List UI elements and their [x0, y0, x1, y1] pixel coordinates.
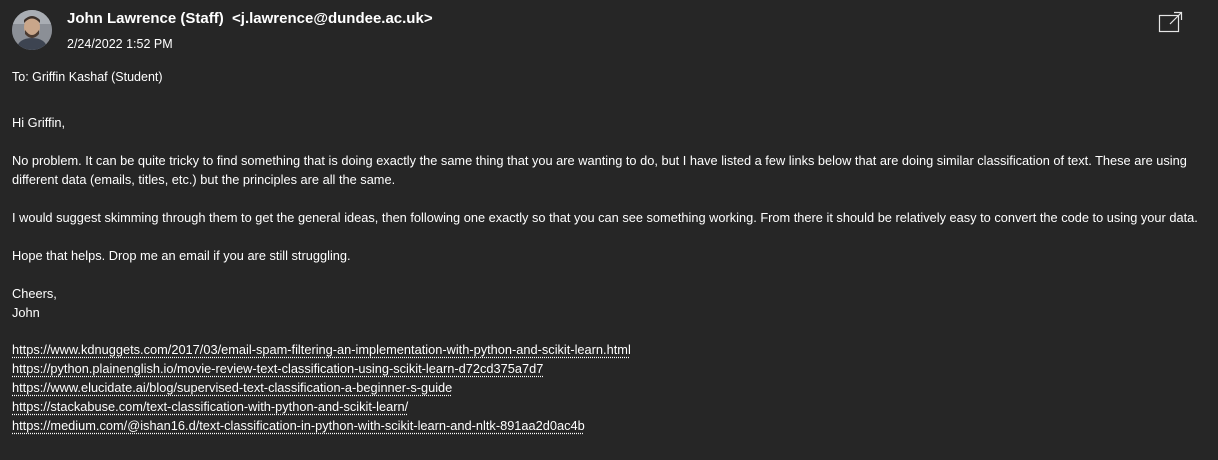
sender-name[interactable]: John Lawrence (Staff): [67, 10, 224, 27]
paragraph-1: No problem. It can be quite tricky to fi…: [12, 153, 1187, 187]
sender-email[interactable]: <j.lawrence@dundee.ac.uk>: [232, 10, 433, 27]
person-photo-icon: [12, 10, 52, 50]
link-kdnuggets[interactable]: https://www.kdnuggets.com/2017/03/email-…: [12, 340, 1212, 359]
link-elucidate[interactable]: https://www.elucidate.ai/blog/supervised…: [12, 378, 1212, 397]
signature: John: [12, 305, 40, 320]
link-stackabuse[interactable]: https://stackabuse.com/text-classificati…: [12, 397, 1212, 416]
greeting: Hi Griffin,: [12, 115, 66, 130]
recipient-line: To: Griffin Kashaf (Student): [12, 70, 163, 84]
sent-date: 2/24/2022 1:52 PM: [67, 37, 173, 51]
link-list: https://www.kdnuggets.com/2017/03/email-…: [12, 340, 1212, 435]
signoff: Cheers,: [12, 286, 57, 301]
paragraph-3: Hope that helps. Drop me an email if you…: [12, 248, 351, 263]
sender[interactable]: John Lawrence (Staff) <j.lawrence@dundee…: [67, 10, 433, 27]
popout-icon: [1158, 11, 1183, 33]
email-reading-pane: John Lawrence (Staff) <j.lawrence@dundee…: [0, 0, 1218, 460]
link-plainenglish[interactable]: https://python.plainenglish.io/movie-rev…: [12, 359, 1212, 378]
avatar[interactable]: [12, 10, 52, 50]
message-body: Hi Griffin, No problem. It can be quite …: [12, 113, 1212, 435]
popout-button[interactable]: [1158, 10, 1184, 34]
link-medium[interactable]: https://medium.com/@ishan16.d/text-class…: [12, 416, 1212, 435]
paragraph-2: I would suggest skimming through them to…: [12, 210, 1198, 225]
